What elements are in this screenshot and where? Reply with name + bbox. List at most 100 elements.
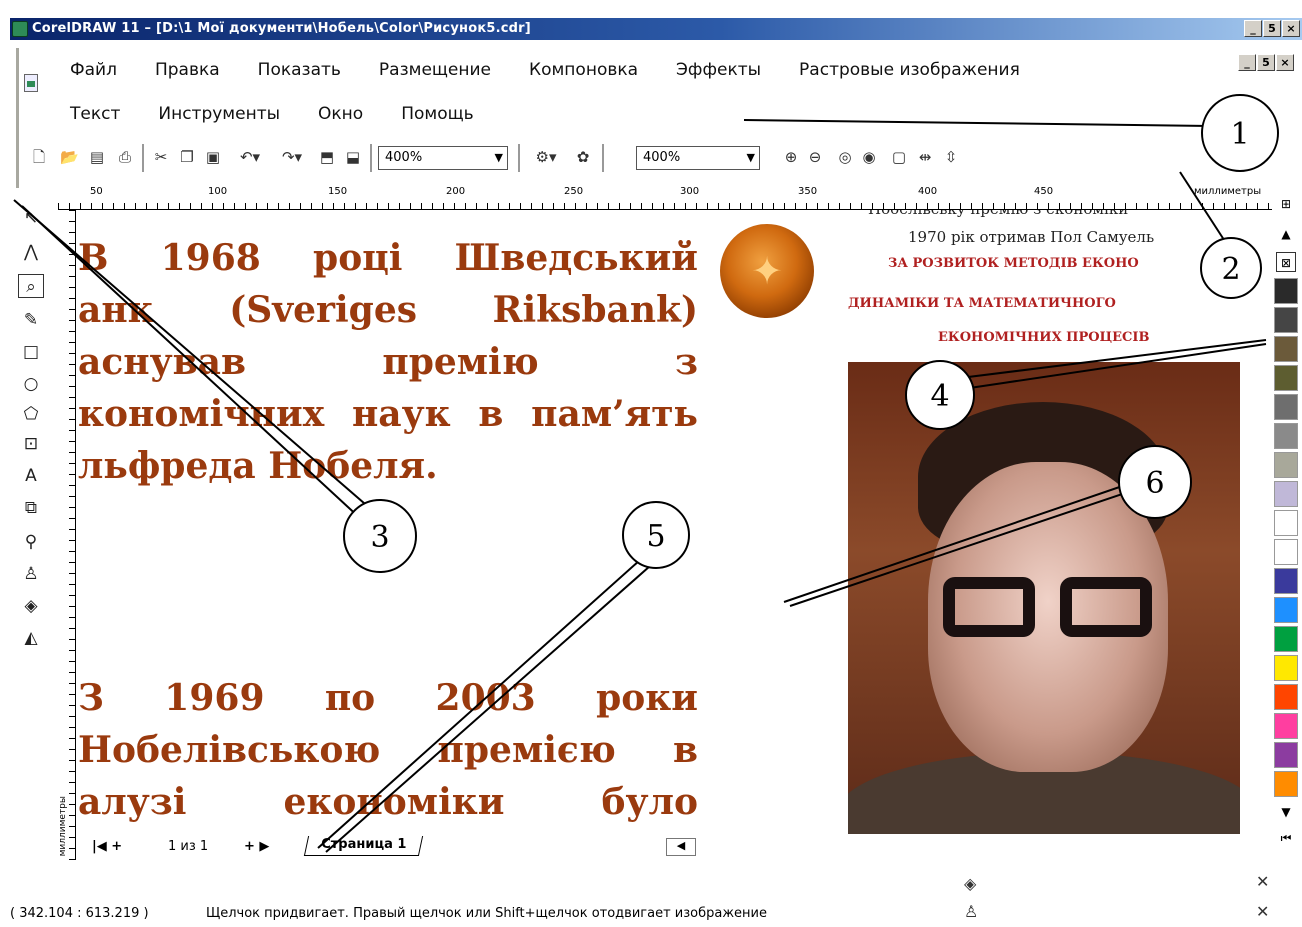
export-icon[interactable]: ⬓ — [344, 148, 362, 166]
eyedropper-tool-icon[interactable]: ⚲ — [18, 530, 44, 554]
last-page-button[interactable]: + ▶ — [244, 839, 269, 854]
color-swatch[interactable] — [1274, 278, 1298, 304]
redo-icon[interactable]: ↷▾ — [274, 148, 310, 166]
minimize-button[interactable]: _ — [1244, 20, 1262, 37]
import-icon[interactable]: ⬒ — [318, 148, 336, 166]
color-swatch[interactable] — [1274, 597, 1298, 623]
outline-tool-icon[interactable]: ♙ — [18, 562, 44, 586]
corel-online-icon[interactable]: ✿ — [574, 148, 592, 166]
color-swatch[interactable] — [1274, 771, 1298, 797]
rectangle-tool-icon[interactable]: □ — [18, 340, 44, 364]
print-icon[interactable]: ⎙ — [116, 148, 134, 166]
color-swatch[interactable] — [1274, 365, 1298, 391]
interactive-blend-tool-icon[interactable]: ⧉ — [18, 496, 44, 520]
chevron-down-icon[interactable]: ▼ — [495, 147, 503, 169]
palette-expand-icon[interactable]: ⏮ — [1276, 828, 1296, 848]
toolbar-separator — [370, 144, 372, 172]
menu-file[interactable]: Файл — [70, 60, 117, 80]
color-swatch[interactable] — [1274, 423, 1298, 449]
caption-line-1[interactable]: Нобелівську премію з економіки — [868, 210, 1128, 218]
palette-scroll-down-icon[interactable]: ▼ — [1276, 802, 1296, 822]
doc-minimize-button[interactable]: _ — [1238, 54, 1256, 71]
color-swatch[interactable] — [1274, 626, 1298, 652]
menu-edit[interactable]: Правка — [155, 60, 220, 80]
no-fill-swatch[interactable]: ⊠ — [1276, 252, 1296, 272]
shape-tool-icon[interactable]: ⋀ — [18, 240, 44, 264]
color-swatch[interactable] — [1274, 307, 1298, 333]
application-launcher-icon[interactable]: ⚙▾ — [528, 148, 564, 166]
caption-line-5[interactable]: ЕКОНОМІЧНИХ ПРОЦЕСІВ — [938, 330, 1149, 345]
menu-tools[interactable]: Инструменты — [158, 104, 280, 124]
polygon-tool-icon[interactable]: ⬠ — [18, 402, 44, 426]
zoom-in-icon[interactable]: ⊕ — [782, 148, 800, 166]
caption-line-2[interactable]: 1970 рік отримав Пол Самуель — [908, 228, 1154, 246]
copy-icon[interactable]: ❐ — [178, 148, 196, 166]
maximize-button[interactable]: 5 — [1263, 20, 1281, 37]
zoom-out-icon[interactable]: ⊖ — [806, 148, 824, 166]
doc-close-button[interactable]: × — [1276, 54, 1294, 71]
palette-options-icon[interactable]: ⊞ — [1276, 194, 1296, 214]
menu-arrange[interactable]: Компоновка — [529, 60, 638, 80]
menu-effects[interactable]: Эффекты — [676, 60, 761, 80]
open-icon[interactable]: 📂 — [60, 148, 79, 166]
para2-line: З 1969 по 2003 роки — [78, 677, 698, 719]
ruler-label: 200 — [446, 186, 466, 197]
zoom-tool-icon[interactable]: ⌕ — [18, 274, 44, 298]
horizontal-scroll-left-button[interactable]: ◀ — [666, 838, 696, 856]
portrait-photo[interactable] — [848, 362, 1240, 834]
fill-tool-icon[interactable]: ◈ — [18, 594, 44, 618]
interactive-fill-tool-icon[interactable]: ◭ — [18, 626, 44, 650]
menu-window[interactable]: Окно — [318, 104, 363, 124]
freehand-tool-icon[interactable]: ✎ — [18, 308, 44, 332]
color-swatch[interactable] — [1274, 713, 1298, 739]
zoom-level-select[interactable]: 400% ▼ — [378, 146, 508, 170]
zoom-selected-icon[interactable]: ◎ — [836, 148, 854, 166]
menu-text[interactable]: Текст — [70, 104, 120, 124]
outline-status-icon[interactable]: ♙ — [964, 902, 978, 921]
chevron-down-icon[interactable]: ▼ — [747, 147, 755, 169]
horizontal-ruler[interactable]: 50 100 150 200 250 300 350 400 450 милли… — [58, 186, 1272, 210]
zoom-toolbar-select[interactable]: 400% ▼ — [636, 146, 760, 170]
first-page-button[interactable]: |◀ + — [92, 839, 122, 854]
basic-shapes-tool-icon[interactable]: ⊡ — [18, 432, 44, 456]
caption-line-4[interactable]: ДИНАМІКИ ТА МАТЕМАТИЧНОГО — [848, 296, 1116, 311]
new-document-icon[interactable]: 🗋 — [30, 148, 48, 166]
caption-line-3[interactable]: ЗА РОЗВИТОК МЕТОДІВ ЕКОНО — [888, 256, 1139, 271]
color-swatch[interactable] — [1274, 481, 1298, 507]
text-paragraph-1[interactable]: В 1968 році Шведський анк (Sveriges Riksbank)… — [78, 232, 698, 492]
menu-help[interactable]: Помощь — [401, 104, 473, 124]
palette-scroll-up-icon[interactable]: ▲ — [1276, 224, 1296, 244]
zoom-page-icon[interactable]: ▢ — [890, 148, 908, 166]
text-tool-icon[interactable]: A — [18, 464, 44, 488]
menu-view[interactable]: Показать — [258, 60, 341, 80]
close-button[interactable]: × — [1282, 20, 1300, 37]
nobel-medal-image[interactable] — [720, 224, 814, 318]
page-tab-1[interactable]: Страница 1 — [303, 836, 424, 856]
color-swatch[interactable] — [1274, 452, 1298, 478]
color-swatch[interactable] — [1274, 684, 1298, 710]
paste-icon[interactable]: ▣ — [204, 148, 222, 166]
undo-icon[interactable]: ↶▾ — [232, 148, 268, 166]
cut-icon[interactable]: ✂ — [152, 148, 170, 166]
text-paragraph-2[interactable]: З 1969 по 2003 роки Нобелівською премією в алу… — [78, 672, 698, 828]
color-swatch[interactable] — [1274, 539, 1298, 565]
color-swatch[interactable] — [1274, 655, 1298, 681]
vertical-ruler[interactable]: миллиметры — [58, 210, 76, 860]
save-icon[interactable]: ▤ — [88, 148, 106, 166]
doc-restore-button[interactable]: 5 — [1257, 54, 1275, 71]
menu-bitmaps[interactable]: Растровые изображения — [799, 60, 1020, 80]
pick-tool-icon[interactable]: ↖ — [18, 206, 44, 230]
document-icon[interactable] — [24, 74, 38, 92]
color-swatch[interactable] — [1274, 336, 1298, 362]
color-swatch[interactable] — [1274, 394, 1298, 420]
menu-layout[interactable]: Размещение — [379, 60, 491, 80]
ellipse-tool-icon[interactable]: ○ — [18, 372, 44, 396]
zoom-all-objects-icon[interactable]: ◉ — [860, 148, 878, 166]
drawing-canvas[interactable]: В 1968 році Шведський анк (Sveriges Riksbank)… — [78, 210, 1268, 850]
zoom-width-icon[interactable]: ⇹ — [916, 148, 934, 166]
color-swatch[interactable] — [1274, 742, 1298, 768]
color-swatch[interactable] — [1274, 568, 1298, 594]
fill-status-icon[interactable]: ◈ — [964, 874, 976, 893]
color-swatch[interactable] — [1274, 510, 1298, 536]
zoom-height-icon[interactable]: ⇳ — [942, 148, 960, 166]
